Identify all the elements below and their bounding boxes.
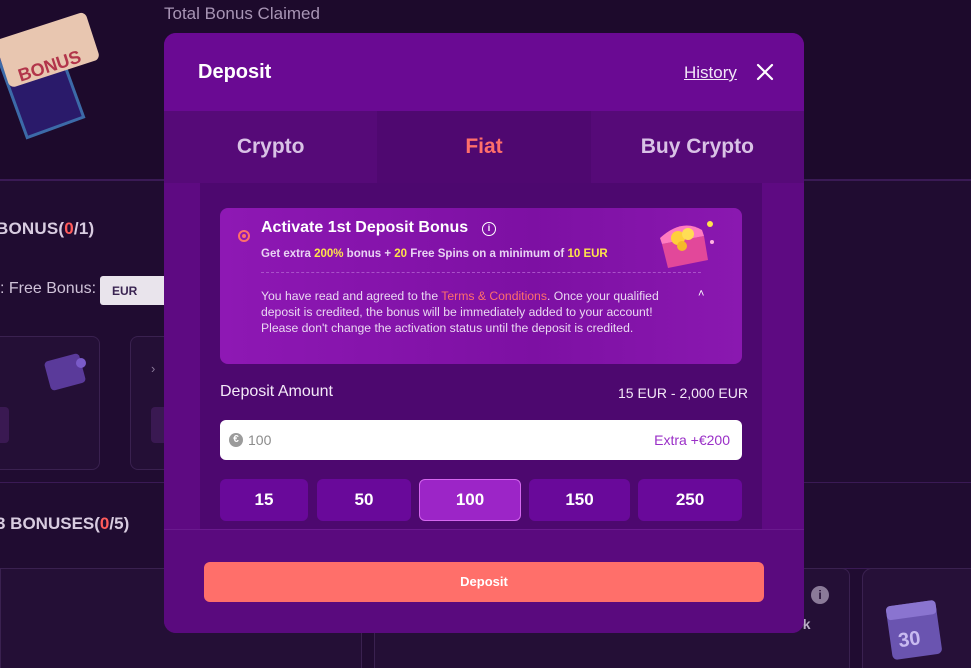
info-icon[interactable]: i [811, 586, 829, 604]
currency-select[interactable]: EUR [100, 276, 164, 305]
bonus-summary: Get extra 200% bonus + 20 Free Spins on … [261, 248, 608, 260]
bonuses-section-heading: 3 BONUSES(0/5) [0, 514, 130, 533]
deposit-button[interactable]: Deposit [204, 562, 764, 602]
close-icon[interactable] [754, 61, 776, 83]
total-bonus-label: Total Bonus Claimed [164, 4, 320, 23]
calendar-card[interactable]: 30 [862, 568, 971, 668]
modal-footer: Deposit [164, 529, 804, 633]
modal-title: Deposit [198, 61, 272, 83]
preset-amount-button[interactable]: 250 [638, 479, 742, 521]
free-bonus-label: : Free Bonus: [0, 280, 97, 297]
deposit-amount-range: 15 EUR - 2,000 EUR [618, 385, 748, 401]
calendar-icon: 30 [886, 600, 942, 660]
extra-bonus-label: Extra +€200 [654, 432, 730, 448]
preset-amount-button[interactable]: 15 [220, 479, 308, 521]
euro-icon: € [229, 433, 243, 447]
tab-fiat[interactable]: Fiat [377, 111, 591, 183]
deposit-form: Activate 1st Deposit Bonus i Get extra 2… [200, 183, 762, 529]
card-button[interactable] [0, 407, 9, 443]
input-value: 100 [248, 432, 272, 448]
chevron-right-icon: › [151, 361, 156, 376]
terms-link[interactable]: Terms & Conditions [441, 289, 547, 303]
deposit-modal: Deposit History Crypto Fiat Buy Crypto A… [164, 33, 804, 633]
bonus-card[interactable] [0, 336, 100, 470]
bonus-title: Activate 1st Deposit Bonus [261, 219, 469, 236]
preset-amount-button[interactable]: 50 [317, 479, 411, 521]
payment-tabs: Crypto Fiat Buy Crypto [164, 111, 804, 183]
deposit-amount-label: Deposit Amount [220, 383, 333, 400]
first-deposit-bonus-card[interactable]: Activate 1st Deposit Bonus i Get extra 2… [220, 208, 742, 364]
preset-amount-button[interactable]: 150 [529, 479, 630, 521]
bonus-ticket-icon: BONUS [0, 12, 99, 140]
preset-amount-button-selected[interactable]: 100 [419, 479, 521, 521]
bonus-radio[interactable] [238, 230, 250, 242]
history-link[interactable]: History [684, 63, 737, 83]
divider [261, 272, 701, 273]
svg-text:30: 30 [897, 627, 922, 652]
tab-buy-crypto[interactable]: Buy Crypto [590, 111, 804, 183]
chevron-up-icon[interactable]: ˄ [698, 288, 704, 300]
deposit-amount-input[interactable]: € 100 Extra +€200 [220, 420, 742, 460]
info-icon[interactable]: i [482, 222, 496, 236]
bonus-section-heading: BONUS(0/1) [0, 219, 95, 238]
treasure-chest-icon [660, 221, 714, 268]
envelope-icon [44, 353, 86, 391]
amount-presets: 15 50 100 150 250 [220, 479, 742, 521]
tab-crypto[interactable]: Crypto [164, 111, 378, 183]
bonus-description: You have read and agreed to the Terms & … [261, 289, 659, 335]
modal-header: Deposit History [164, 33, 804, 111]
